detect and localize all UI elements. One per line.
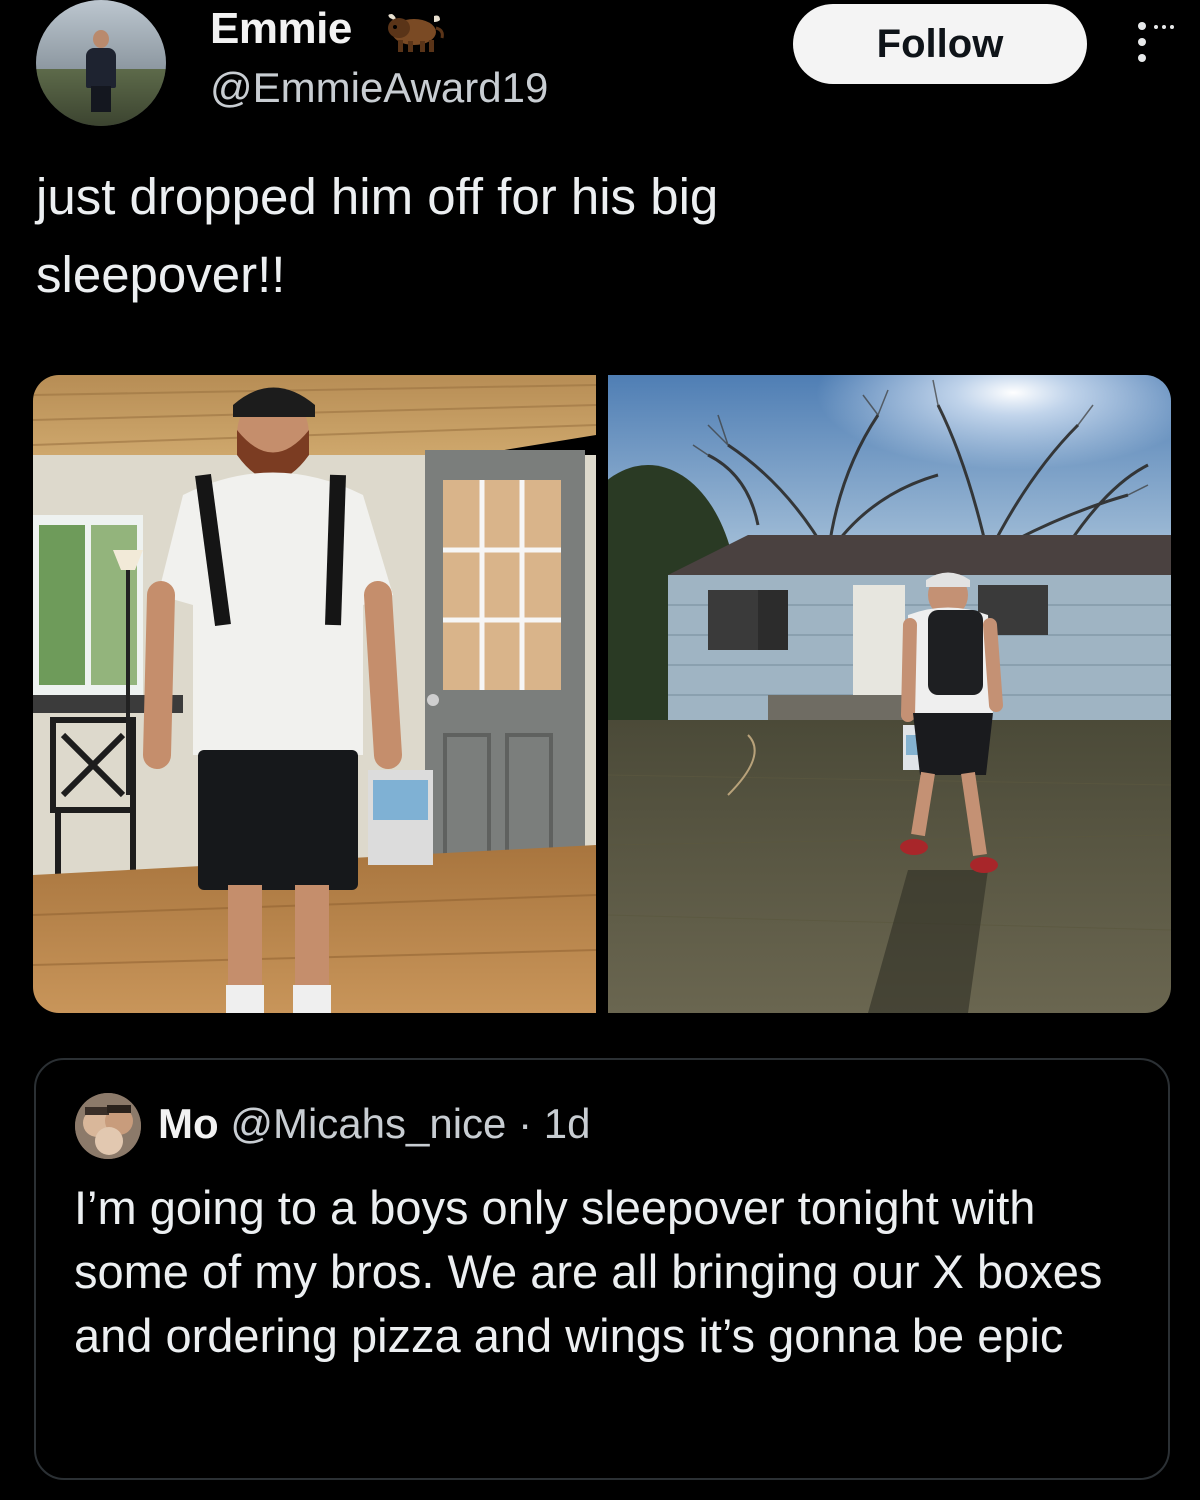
bison-emoji-icon: [388, 14, 444, 52]
quoted-tweet-text: I’m going to a boys only sleepover tonig…: [74, 1181, 1103, 1362]
photo-man-walking-to-house[interactable]: [608, 375, 1171, 1013]
quoted-author-handle[interactable]: @Micahs_nice: [230, 1100, 506, 1147]
author-avatar[interactable]: [36, 0, 166, 126]
author-display-name[interactable]: Emmie: [210, 4, 352, 54]
quoted-tweet-meta: Mo @Micahs_nice · 1d: [158, 1100, 590, 1148]
tweet-text: just dropped him off for his big sleepov…: [36, 168, 719, 303]
indoor-scene-illustration: [33, 375, 596, 1013]
author-handle[interactable]: @EmmieAward19: [210, 64, 548, 112]
quoted-author-avatar[interactable]: [75, 1093, 141, 1159]
meta-separator: ·: [518, 1100, 533, 1147]
quoted-tweet-time[interactable]: 1d: [544, 1100, 591, 1147]
photo-man-indoors[interactable]: [33, 375, 596, 1013]
quoted-author-name[interactable]: Mo: [158, 1100, 219, 1147]
outdoor-scene-illustration: [608, 375, 1171, 1013]
follow-button[interactable]: Follow: [793, 4, 1087, 84]
avatar-person-figure: [86, 30, 116, 112]
more-options-icon[interactable]: [1128, 18, 1178, 68]
group-photo-icon: [75, 1093, 141, 1159]
